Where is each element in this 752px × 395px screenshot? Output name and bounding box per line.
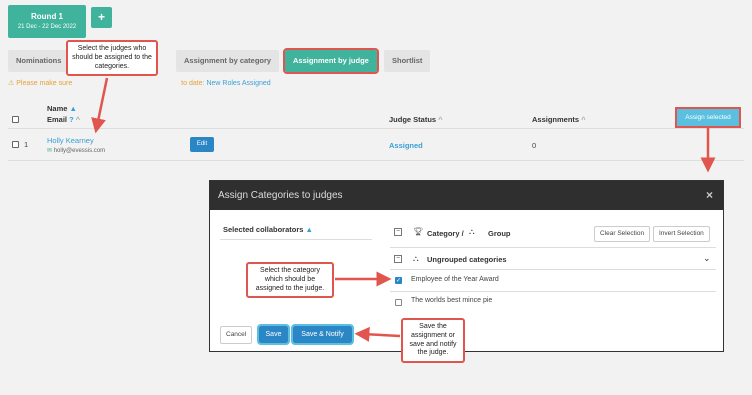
annotation-arrows (91, 77, 716, 342)
arrow-to-judge (91, 77, 109, 134)
arrow-to-save-buttons (354, 326, 401, 342)
